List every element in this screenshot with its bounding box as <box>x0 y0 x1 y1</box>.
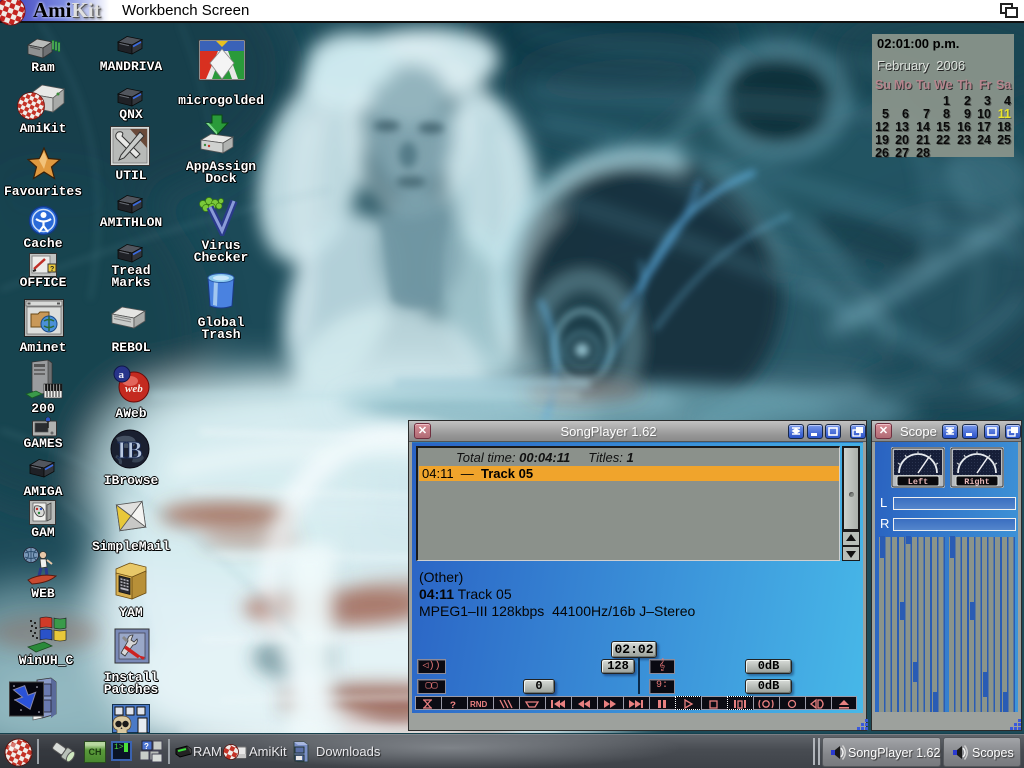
svg-text:web: web <box>125 383 143 395</box>
svg-text:IB: IB <box>117 438 142 464</box>
svg-text:a: a <box>119 369 125 381</box>
svg-text:Right: Right <box>964 477 990 487</box>
svg-text:RND: RND <box>470 700 488 709</box>
svg-text:Left: Left <box>908 477 928 487</box>
svg-text:?: ? <box>144 742 149 751</box>
svg-text:?: ? <box>450 701 456 710</box>
